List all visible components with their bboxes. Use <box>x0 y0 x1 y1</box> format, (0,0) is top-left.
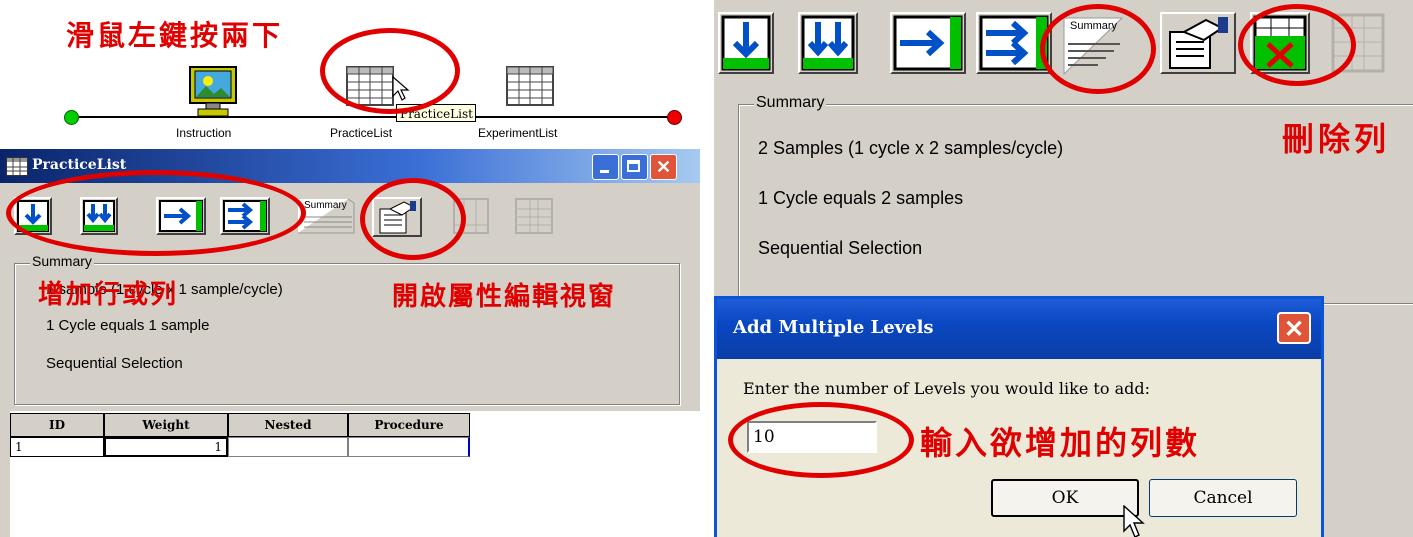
close-button[interactable]: ✕ <box>650 154 677 180</box>
summary-line-2: 1 Cycle equals 1 sample <box>46 317 210 334</box>
instruction-icon[interactable] <box>188 66 238 118</box>
highlight-add-buttons <box>6 170 306 256</box>
dialog-close-button[interactable]: ✕ <box>1277 312 1311 344</box>
annotation-open-properties: 開啟屬性編輯視窗 <box>392 282 617 312</box>
experimentlist-icon[interactable] <box>506 66 554 106</box>
add-attribute-button[interactable] <box>890 12 966 74</box>
summary-line-1: 2 Samples (1 cycle x 2 samples/cycle) <box>758 138 1064 158</box>
annotation-delete-row: 刪除列 <box>1282 120 1391 158</box>
highlight-properties <box>360 178 466 260</box>
summary-legend: Summary <box>30 253 94 269</box>
cell-procedure[interactable] <box>348 437 470 457</box>
summary-line-2: 1 Cycle equals 2 samples <box>758 188 964 208</box>
annotation-double-click: 滑鼠左鍵按兩下 <box>66 19 284 52</box>
minimize-button[interactable] <box>592 154 619 180</box>
timeline-label-practicelist: PracticeList <box>330 126 393 140</box>
column-header-weight[interactable]: Weight <box>104 413 228 437</box>
window-title: PracticeList <box>32 157 127 173</box>
summary-line-3: Sequential Selection <box>758 238 923 258</box>
dialog-title: Add Multiple Levels <box>733 317 934 338</box>
separator <box>700 0 714 537</box>
annotation-add-rows-cols: 增加行或列 <box>38 280 179 310</box>
highlight-double-click <box>320 28 460 114</box>
mouse-cursor-icon <box>1123 504 1145 537</box>
cancel-button[interactable]: Cancel <box>1149 479 1297 517</box>
ok-button[interactable]: OK <box>991 479 1139 517</box>
summary-line-3: Sequential Selection <box>46 355 183 372</box>
list-window-icon <box>6 157 28 176</box>
column-header-nested[interactable]: Nested <box>228 413 348 437</box>
column-header-procedure[interactable]: Procedure <box>348 413 470 437</box>
add-multiple-levels-button[interactable] <box>798 12 858 74</box>
timeline-end-node <box>667 110 682 125</box>
delete-attribute-button[interactable] <box>514 197 554 235</box>
cell-id[interactable]: 1 <box>10 437 104 457</box>
summary-button-label: Summary <box>304 200 347 211</box>
cell-weight[interactable]: 1 <box>104 437 228 457</box>
timeline-line <box>73 116 673 118</box>
annotation-enter-count: 輸入欲增加的列數 <box>920 424 1201 462</box>
dialog-titlebar: Add Multiple Levels ✕ <box>717 299 1321 359</box>
cell-nested[interactable] <box>228 437 348 457</box>
properties-button[interactable] <box>1160 12 1236 74</box>
add-level-button[interactable] <box>718 12 774 74</box>
highlight-delete-row <box>1238 4 1356 86</box>
timeline-start-node <box>64 110 79 125</box>
timeline-label-experimentlist: ExperimentList <box>478 126 558 140</box>
timeline-label-instruction: Instruction <box>176 126 232 140</box>
dialog-prompt: Enter the number of Levels you would lik… <box>743 379 1150 398</box>
summary-legend: Summary <box>754 94 827 112</box>
highlight-levels-input <box>728 402 914 478</box>
maximize-button[interactable] <box>621 154 648 180</box>
column-header-id[interactable]: ID <box>10 413 104 437</box>
right-screenshot: Summary Summary 2 Samples (1 cycle x 2 s… <box>714 0 1413 537</box>
highlight-summary <box>1040 4 1156 94</box>
left-screenshot: 滑鼠左鍵按兩下 Instruction PracticeList Practic… <box>0 0 700 537</box>
